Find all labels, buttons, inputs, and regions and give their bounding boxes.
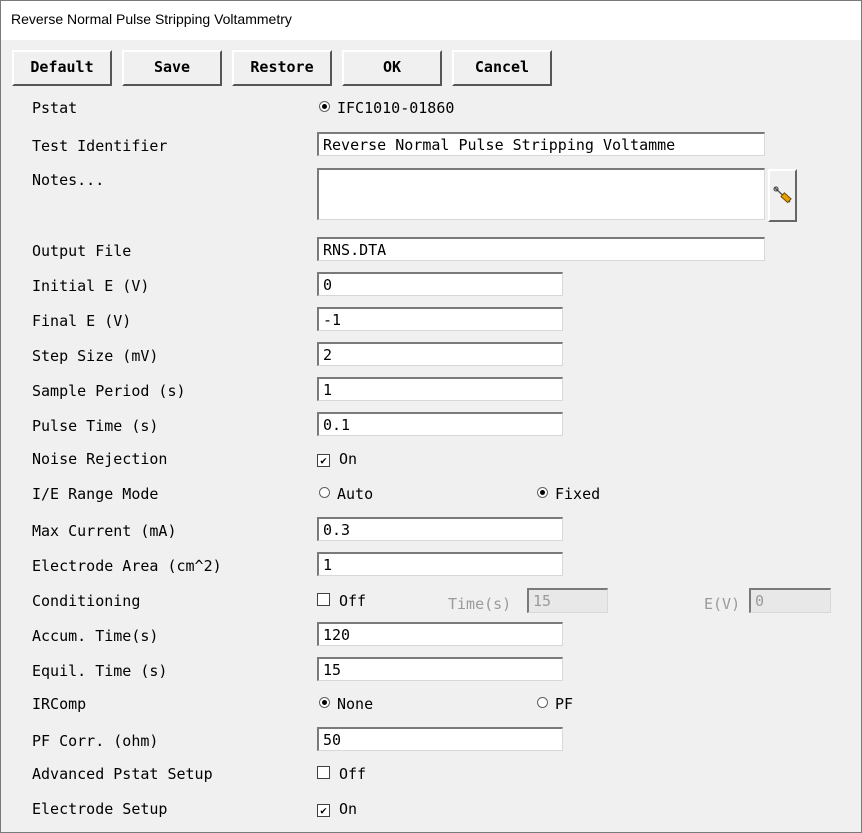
output-file-label: Output File [32,242,132,260]
advanced-pstat-setup-option[interactable]: Off [317,765,366,783]
sample-period-label: Sample Period (s) [32,382,186,400]
ircomp-label: IRComp [32,695,87,713]
advanced-pstat-setup-text: Off [339,765,367,783]
pf-corr-label: PF Corr. (ohm) [32,732,159,750]
dialog-window: Reverse Normal Pulse Stripping Voltammet… [0,0,862,833]
ie-range-mode-label: I/E Range Mode [32,485,159,503]
final-e-input[interactable]: -1 [317,307,563,331]
conditioning-time-input[interactable]: 15 [527,588,608,613]
accum-time-label: Accum. Time(s) [32,627,159,645]
step-size-label: Step Size (mV) [32,347,159,365]
conditioning-checkbox[interactable] [317,593,330,606]
electrode-area-input[interactable]: 1 [317,552,563,576]
max-current-input[interactable]: 0.3 [317,517,563,541]
ie-range-fixed-label: Fixed [555,485,601,503]
initial-e-label: Initial E (V) [32,277,150,295]
ok-button[interactable]: OK [342,50,442,86]
ircomp-none-option[interactable]: None [319,695,373,713]
pstat-option-label: IFC1010-01860 [337,99,455,117]
noise-rejection-option[interactable]: ✔ On [317,450,357,468]
equil-time-label: Equil. Time (s) [32,662,168,680]
electrode-setup-option[interactable]: ✔ On [317,800,357,818]
ie-range-fixed-radio[interactable] [537,487,548,498]
sample-period-input[interactable]: 1 [317,377,563,401]
default-button[interactable]: Default [12,50,112,86]
conditioning-label: Conditioning [32,592,141,610]
ircomp-pf-label: PF [555,695,574,713]
test-identifier-input[interactable]: Reverse Normal Pulse Stripping Voltamme [317,132,765,156]
pstat-label: Pstat [32,99,78,117]
pulse-time-label: Pulse Time (s) [32,417,159,435]
step-size-input[interactable]: 2 [317,342,563,366]
ie-range-auto-option[interactable]: Auto [319,485,373,503]
save-button[interactable]: Save [122,50,222,86]
ie-range-auto-radio[interactable] [319,487,330,498]
conditioning-text: Off [339,592,367,610]
advanced-pstat-setup-checkbox[interactable] [317,766,330,779]
title-bar: Reverse Normal Pulse Stripping Voltammet… [1,1,861,40]
conditioning-ev-input[interactable]: 0 [749,588,831,613]
ircomp-pf-radio[interactable] [537,697,548,708]
final-e-label: Final E (V) [32,312,132,330]
ie-range-auto-label: Auto [337,485,374,503]
electrode-area-label: Electrode Area (cm^2) [32,557,222,575]
ircomp-none-label: None [337,695,374,713]
advanced-pstat-setup-label: Advanced Pstat Setup [32,765,213,783]
ircomp-none-radio[interactable] [319,697,330,708]
max-current-label: Max Current (mA) [32,522,177,540]
conditioning-time-label: Time(s) [448,595,512,613]
pulse-time-input[interactable]: 0.1 [317,412,563,436]
electrode-setup-checkbox[interactable]: ✔ [317,804,330,817]
ie-range-fixed-option[interactable]: Fixed [537,485,600,503]
pstat-radio[interactable] [319,101,330,112]
ircomp-pf-option[interactable]: PF [537,695,573,713]
pstat-radio-option[interactable]: IFC1010-01860 [319,99,454,117]
conditioning-option[interactable]: Off [317,592,366,610]
equil-time-input[interactable]: 15 [317,657,563,681]
noise-rejection-text: On [339,450,358,468]
electrode-setup-text: On [339,800,358,818]
noise-rejection-label: Noise Rejection [32,450,168,468]
conditioning-ev-label: E(V) [704,595,741,613]
accum-time-input[interactable]: 120 [317,622,563,646]
window-title: Reverse Normal Pulse Stripping Voltammet… [11,11,292,27]
test-identifier-label: Test Identifier [32,137,168,155]
notes-textarea[interactable] [317,168,765,220]
initial-e-input[interactable]: 0 [317,272,563,296]
notes-editor-button[interactable] [768,169,797,222]
cancel-button[interactable]: Cancel [452,50,552,86]
pencil-icon [773,186,792,204]
noise-rejection-checkbox[interactable]: ✔ [317,454,330,467]
pf-corr-input[interactable]: 50 [317,727,563,751]
output-file-input[interactable]: RNS.DTA [317,237,765,261]
restore-button[interactable]: Restore [232,50,332,86]
notes-label: Notes... [32,171,105,189]
electrode-setup-label: Electrode Setup [32,800,168,818]
